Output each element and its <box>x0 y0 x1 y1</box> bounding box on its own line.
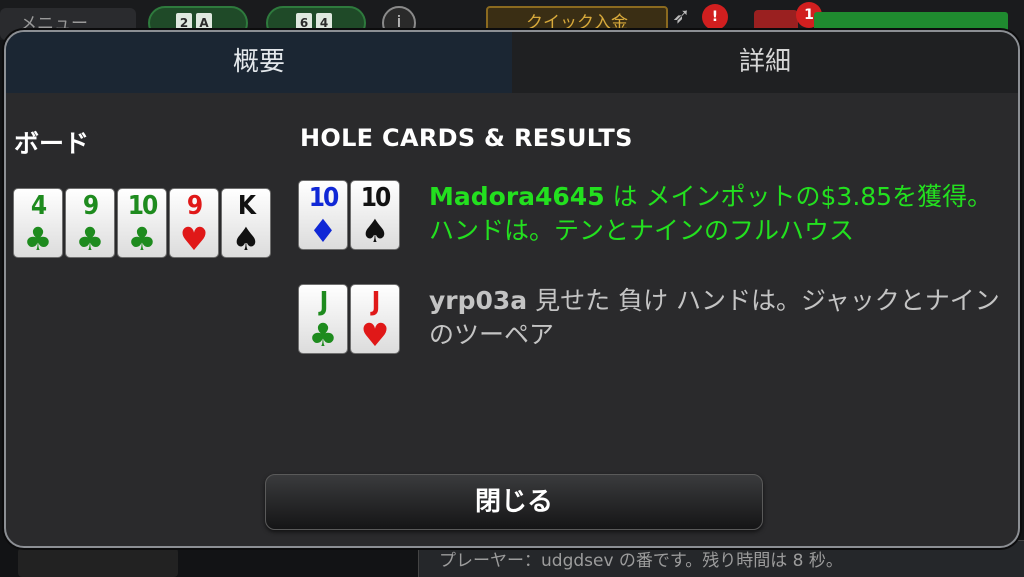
card-rank: 10 <box>308 183 340 213</box>
board-card: 10 ♣ <box>117 188 167 258</box>
spade-icon: ♠ <box>360 212 390 250</box>
card-rank: K <box>237 191 256 221</box>
club-icon: ♣ <box>75 220 105 258</box>
player-name: Madora4645 <box>429 182 605 211</box>
hand-summary-dialog: 概要 詳細 ボード HOLE CARDS & RESULTS 4 ♣ 9 ♣ 1… <box>4 30 1020 548</box>
heart-icon: ♥ <box>360 316 390 354</box>
winner-result-text: Madora4645 は メインポットの$3.85を獲得。 ハンドは。テンとナイ… <box>429 180 999 248</box>
hole-card: J ♥ <box>350 284 400 354</box>
bottom-left-control[interactable] <box>18 548 178 577</box>
close-button[interactable]: 閉じる <box>265 474 763 530</box>
card-rank: 10 <box>360 183 392 213</box>
card-rank: J <box>371 287 381 317</box>
card-rank: J <box>319 287 329 317</box>
heart-icon: ♥ <box>179 220 209 258</box>
card-rank: 9 <box>186 191 203 221</box>
card-rank: 4 <box>30 191 47 221</box>
player-name: yrp03a <box>429 286 528 315</box>
results-title: HOLE CARDS & RESULTS <box>300 124 633 152</box>
card-rank: 9 <box>82 191 99 221</box>
board-card: 4 ♣ <box>13 188 63 258</box>
hole-card: 10 ♠ <box>350 180 400 250</box>
timer-bar <box>814 12 1008 32</box>
board-card: K ♠ <box>221 188 271 258</box>
spade-icon: ♠ <box>231 220 261 258</box>
tab-details[interactable]: 詳細 <box>512 32 1018 93</box>
loser-result-text: yrp03a 見せた 負け ハンドは。ジャックとナインのツーペア <box>429 284 1009 352</box>
club-icon: ♣ <box>308 316 338 354</box>
club-icon: ♣ <box>23 220 53 258</box>
club-icon: ♣ <box>127 220 157 258</box>
hole-card: J ♣ <box>298 284 348 354</box>
tab-overview[interactable]: 概要 <box>6 32 512 93</box>
board-card: 9 ♣ <box>65 188 115 258</box>
hole-card: 10 ♦ <box>298 180 348 250</box>
board-title: ボード <box>14 129 90 158</box>
board-card: 9 ♥ <box>169 188 219 258</box>
tab-bar: 概要 詳細 <box>6 32 1018 93</box>
card-rank: 10 <box>127 191 159 221</box>
diamond-icon: ♦ <box>308 212 338 250</box>
notification-badge: ! <box>702 4 728 30</box>
